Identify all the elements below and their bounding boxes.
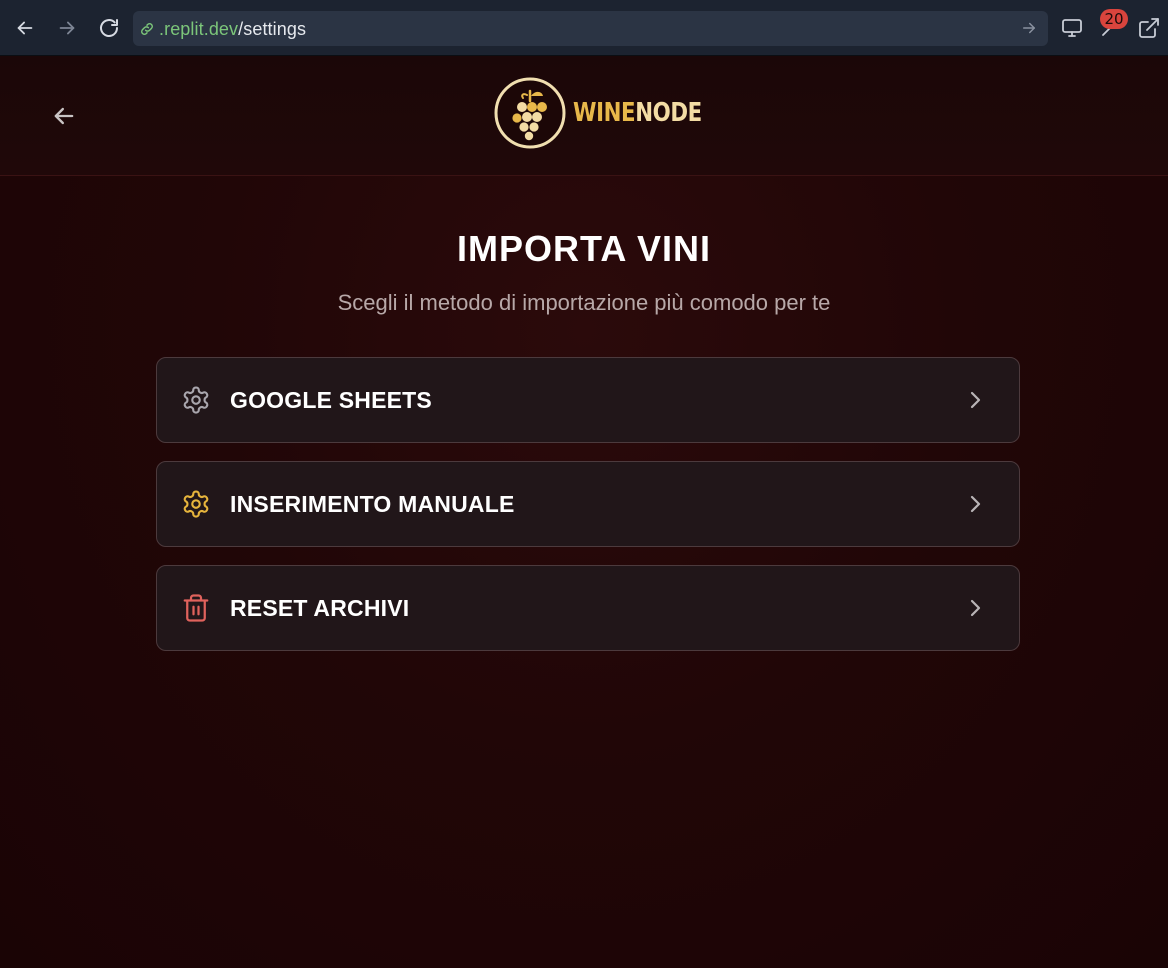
address-bar[interactable]: .replit.dev/settings bbox=[133, 11, 1048, 46]
option-reset-archives[interactable]: RESET ARCHIVI bbox=[156, 565, 1020, 651]
option-label: GOOGLE SHEETS bbox=[230, 387, 432, 413]
monitor-icon bbox=[1062, 19, 1082, 37]
chevron-right-icon bbox=[970, 495, 981, 513]
back-button[interactable] bbox=[50, 102, 78, 130]
notification-badge: 20 bbox=[1100, 9, 1128, 29]
reload-icon bbox=[100, 19, 118, 37]
chevron-right-icon bbox=[970, 391, 981, 409]
open-new-tab-button[interactable] bbox=[1135, 14, 1163, 42]
app-header: WINENODE bbox=[0, 56, 1168, 176]
trash-icon bbox=[183, 594, 209, 622]
option-label: RESET ARCHIVI bbox=[230, 595, 410, 621]
logo-text-node: NODE bbox=[635, 98, 702, 128]
browser-toolbar: .replit.dev/settings 20 bbox=[0, 0, 1168, 56]
url-host: .replit.dev bbox=[159, 19, 239, 39]
browser-forward-button[interactable] bbox=[53, 14, 81, 42]
page-title: IMPORTA VINI bbox=[457, 228, 711, 269]
browser-reload-button[interactable] bbox=[95, 14, 123, 42]
go-button[interactable] bbox=[1020, 19, 1038, 42]
gear-icon bbox=[183, 386, 209, 414]
winenode-logo: WINENODE bbox=[494, 77, 730, 149]
arrow-right-icon bbox=[59, 21, 75, 35]
logo-text-wine: WINE bbox=[573, 98, 636, 128]
app-viewport: WINENODE IMPORTA VINI Scegli il metodo d… bbox=[0, 56, 1168, 968]
gear-icon bbox=[183, 490, 209, 518]
option-google-sheets[interactable]: GOOGLE SHEETS bbox=[156, 357, 1020, 443]
devices-button[interactable] bbox=[1058, 14, 1086, 42]
url-text: .replit.dev/settings bbox=[159, 19, 306, 40]
external-link-icon bbox=[1139, 18, 1159, 38]
url-path: /settings bbox=[238, 19, 307, 39]
arrow-left-icon bbox=[54, 107, 74, 125]
link-icon bbox=[141, 23, 153, 35]
logo-text: WINENODE bbox=[573, 98, 702, 128]
option-manual-entry[interactable]: INSERIMENTO MANUALE bbox=[156, 461, 1020, 547]
grape-logo-icon bbox=[494, 77, 566, 149]
page-subtitle: Scegli il metodo di importazione più com… bbox=[337, 290, 831, 315]
browser-back-button[interactable] bbox=[11, 14, 39, 42]
arrow-left-icon bbox=[17, 21, 33, 35]
arrow-right-icon bbox=[1023, 22, 1035, 34]
option-label: INSERIMENTO MANUALE bbox=[230, 491, 515, 517]
chevron-right-icon bbox=[970, 599, 981, 617]
